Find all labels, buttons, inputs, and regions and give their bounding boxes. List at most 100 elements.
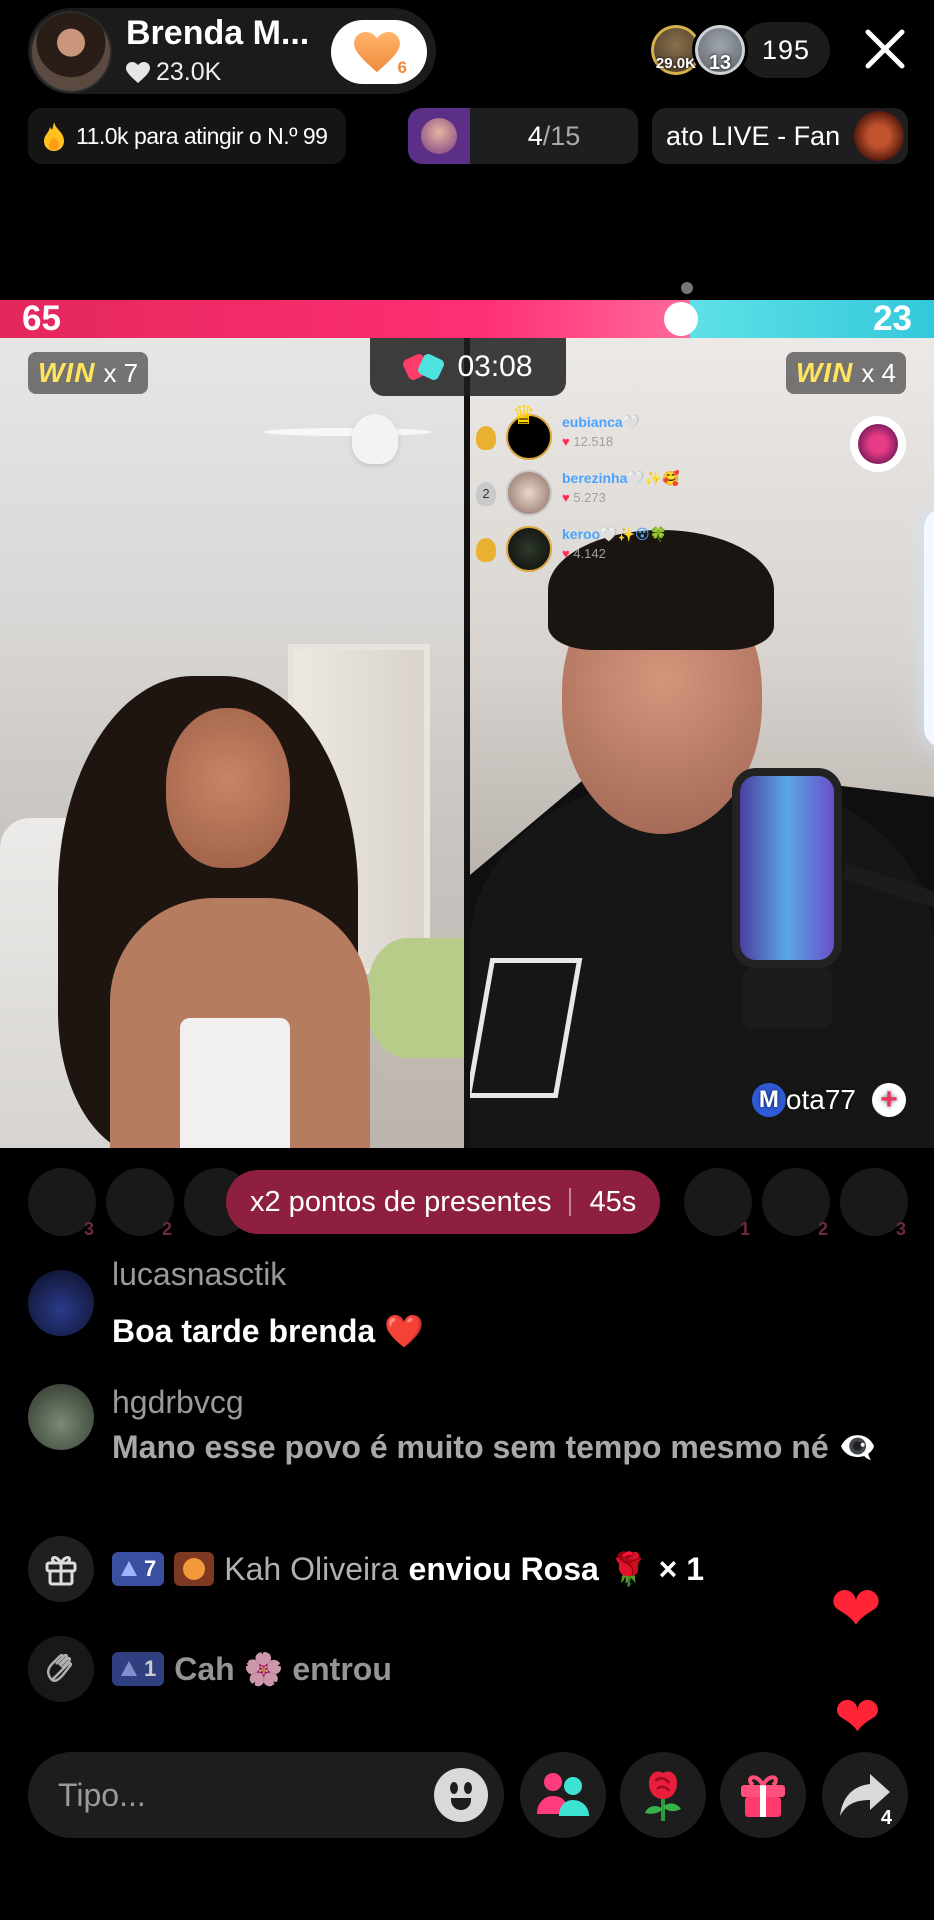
bronze-medal-icon (476, 538, 496, 562)
boost-countdown: 45s (589, 1185, 637, 1218)
chat-avatar[interactable] (28, 1384, 94, 1450)
join-text: Cah 🌸 entrou (174, 1651, 392, 1687)
mission-progress: 4/15 (470, 108, 638, 164)
chat-avatar[interactable] (28, 1270, 94, 1336)
chat-message-text: Mano esse povo é muito sem tempo mesmo n… (112, 1429, 829, 1465)
microphone-stand (742, 968, 832, 1028)
heart-icon (354, 32, 400, 73)
gift-count: × 1 (658, 1550, 705, 1587)
gift-sender[interactable]: Kah Oliveira (224, 1551, 398, 1588)
level-triangle-icon (121, 1661, 137, 1676)
top-gifter[interactable]: ♛ eubianca🤍 12.518 (476, 400, 736, 468)
follow-button[interactable]: 6 (331, 20, 427, 84)
battle-gifter-avatar[interactable]: 2 (762, 1168, 830, 1239)
heart-icon (126, 61, 150, 83)
gift-notification[interactable]: 7 Kah Oliveira enviou Rosa 🌹 × 1 (28, 1536, 828, 1602)
score-left: 65 (22, 299, 61, 338)
host-avatar[interactable] (30, 11, 112, 93)
gifter-name: keroo🤍✨😵🍀 (562, 526, 668, 542)
crown-icon: ♛ (512, 400, 536, 430)
mission-pill[interactable]: 4/15 (408, 108, 638, 164)
close-icon[interactable] (862, 26, 908, 72)
chat-username[interactable]: hgdrbvcg (112, 1384, 244, 1421)
user-level: 1 (144, 1656, 157, 1681)
rank-pill[interactable]: 11.0k para atingir o N.º 99 (28, 108, 346, 164)
follow-guest-button[interactable]: + (872, 1083, 906, 1117)
gifter-name: berezinha🤍✨🥰 (562, 470, 680, 486)
boost-text: x2 pontos de presentes (250, 1185, 552, 1218)
share-count: 4 (880, 1807, 892, 1829)
score-right: 23 (873, 299, 912, 338)
boost-banner[interactable]: x2 pontos de presentes 45s (226, 1170, 661, 1234)
event-pill[interactable]: ato LIVE - Fan (652, 108, 908, 164)
fan-club-badge (174, 1552, 215, 1586)
banner-divider (569, 1188, 572, 1216)
comment-input[interactable] (58, 1752, 418, 1838)
battle-score-bar (0, 300, 934, 338)
event-badge-icon (854, 111, 904, 161)
win-label: WIN (38, 357, 96, 388)
wave-hand-icon (28, 1636, 94, 1702)
battle-gifter-avatar[interactable]: 3 (840, 1168, 908, 1239)
gift-button[interactable] (720, 1752, 806, 1838)
top-gifters-list[interactable]: ♛ eubianca🤍 12.518 2 berezinha🤍✨🥰 5.273 … (476, 400, 736, 580)
ceiling-fan (262, 414, 464, 464)
top-gifter[interactable]: 2 berezinha🤍✨🥰 5.273 (476, 468, 736, 524)
win-streak-right: WIN x 4 (785, 352, 906, 394)
battle-gifter-avatar[interactable]: 2 (106, 1168, 174, 1239)
gift-box-icon (741, 1775, 785, 1817)
people-icon (537, 1773, 589, 1816)
gift-action: enviou Rosa (408, 1550, 599, 1587)
follow-badge: 6 (397, 58, 407, 77)
gifter-points: 4.142 (562, 546, 606, 561)
user-level-badge: 1 (112, 1652, 165, 1686)
level-triangle-icon (121, 1561, 137, 1576)
rose-gift-button[interactable] (620, 1752, 706, 1838)
top-gifter[interactable]: keroo🤍✨😵🍀 4.142 (476, 524, 736, 580)
battle-gloves-icon (403, 352, 445, 382)
rose-icon: 🌹 (608, 1551, 649, 1587)
rose-icon (645, 1771, 681, 1821)
battle-timer: 03:08 (370, 338, 566, 396)
share-button[interactable]: 4 (822, 1752, 908, 1838)
join-notification[interactable]: 1 Cah 🌸 entrou (28, 1636, 728, 1702)
battle-gifter-avatar[interactable]: 1 (684, 1168, 752, 1239)
battle-gifter-avatar[interactable]: 3 (28, 1168, 96, 1239)
host-video[interactable] (0, 338, 464, 1148)
mission-icon (408, 108, 470, 164)
gifter-rank: 3 (83, 1219, 94, 1239)
floating-heart-icon: ❤ (834, 1685, 881, 1748)
host-likes: 23.0K (126, 58, 221, 87)
viewer-list[interactable]: 29.0K 13 195 (647, 22, 830, 78)
top-viewer-avatar[interactable]: 13 (691, 22, 748, 78)
emoji-icon[interactable] (434, 1768, 488, 1822)
battle-timer-value: 03:08 (457, 350, 533, 383)
green-chair (368, 938, 464, 1058)
gifter-avatar (506, 470, 552, 516)
gifter-points: 5.273 (562, 490, 606, 505)
gift-icon (28, 1536, 94, 1602)
battle-mode-icon[interactable] (850, 416, 906, 472)
win-count: x 7 (103, 357, 139, 388)
heart-emoji-icon: ❤️ (384, 1313, 424, 1349)
host-name[interactable]: Brenda M... (126, 14, 309, 53)
event-text: ato LIVE - Fan (666, 120, 841, 151)
gold-medal-icon (476, 426, 496, 450)
win-streak-left: WIN x 7 (28, 352, 149, 394)
battle-bar-knob (664, 302, 698, 336)
chat-username[interactable]: lucasnasctik (112, 1256, 286, 1293)
gifter-rank: 3 (895, 1219, 906, 1239)
viewer-count[interactable]: 195 (739, 22, 830, 78)
win-label: WIN (795, 357, 854, 388)
user-level: 7 (144, 1556, 157, 1581)
microphone (732, 768, 842, 968)
invite-guests-button[interactable] (520, 1752, 606, 1838)
user-level-badge: 7 (112, 1552, 165, 1586)
guest-name-tag[interactable]: M ota77 + (751, 1083, 906, 1117)
comment-box[interactable] (28, 1752, 504, 1838)
host-face (166, 708, 290, 868)
gift-line: 7 Kah Oliveira enviou Rosa 🌹 × 1 (112, 1550, 704, 1588)
join-line: 1 Cah 🌸 entrou (112, 1650, 392, 1688)
hidden-eye-icon: 👁‍🗨 (837, 1429, 878, 1465)
viewer-badge: 13 (708, 52, 732, 74)
